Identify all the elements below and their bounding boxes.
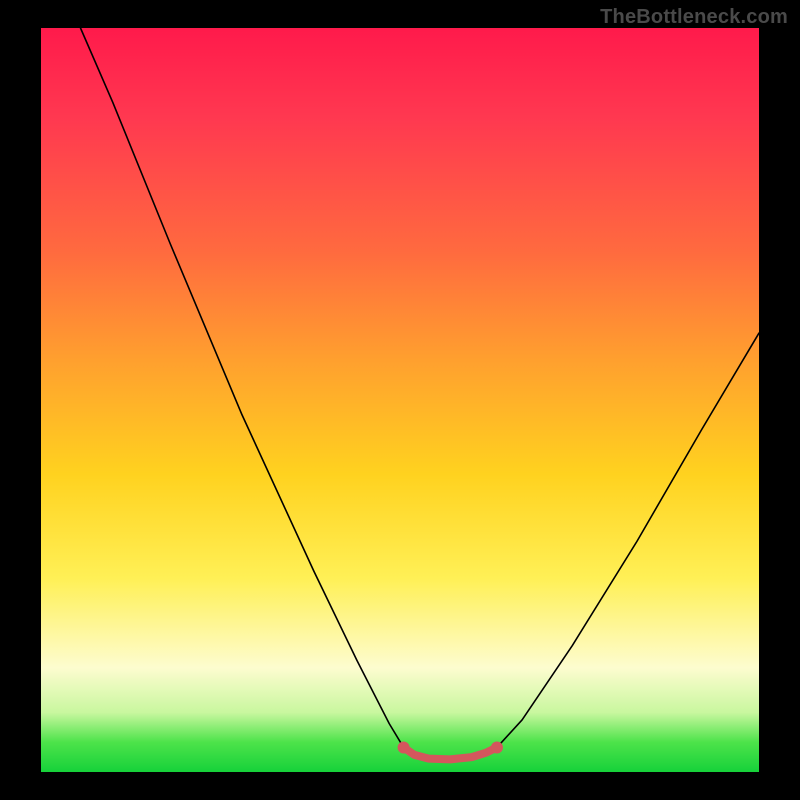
chart-frame: TheBottleneck.com <box>0 0 800 800</box>
series-valley-floor <box>404 747 497 759</box>
series-group <box>80 28 759 759</box>
valley-right-cap <box>491 741 503 753</box>
watermark-text: TheBottleneck.com <box>600 6 788 29</box>
plot-area <box>41 28 759 772</box>
valley-left-cap <box>398 741 410 753</box>
series-right-ascent <box>497 333 759 747</box>
series-left-descent <box>80 28 403 747</box>
chart-svg <box>41 28 759 772</box>
